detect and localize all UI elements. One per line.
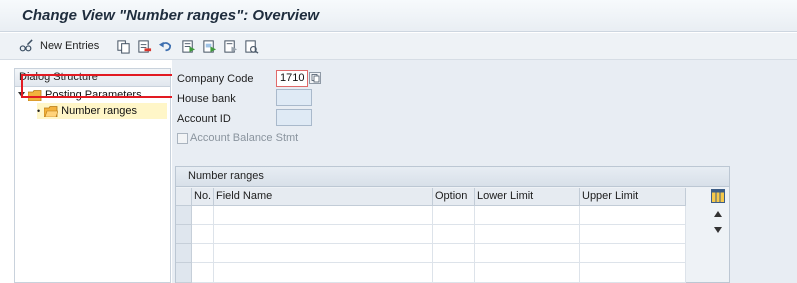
account-balance-checkbox[interactable]	[177, 133, 188, 144]
undo-button[interactable]	[158, 38, 173, 54]
company-code-label: Company Code	[177, 73, 254, 85]
column-header-no[interactable]: No.	[192, 188, 214, 206]
copy-button[interactable]	[116, 38, 131, 54]
page-title: Change View "Number ranges": Overview	[22, 7, 320, 24]
cell-option[interactable]	[433, 263, 475, 283]
deselect-all-icon	[224, 39, 238, 53]
copy-icon	[117, 39, 130, 54]
house-bank-label: House bank	[177, 93, 236, 105]
cell-no[interactable]	[192, 206, 214, 225]
row-selector[interactable]	[176, 263, 192, 283]
select-all-button[interactable]	[181, 38, 196, 54]
house-bank-field[interactable]	[276, 89, 312, 106]
table-title: Number ranges	[188, 170, 264, 182]
company-code-field[interactable]: 1710	[276, 70, 308, 87]
select-all-icon	[182, 39, 196, 53]
print-icon	[245, 39, 259, 54]
deselect-all-button[interactable]	[223, 38, 238, 54]
select-block-icon	[203, 39, 217, 53]
print-button[interactable]	[244, 38, 259, 54]
select-block-button[interactable]	[202, 38, 217, 54]
open-folder-icon	[44, 105, 59, 117]
glasses-pencil-icon	[19, 38, 33, 51]
title-bar: Change View "Number ranges": Overview	[0, 0, 797, 32]
scroll-down-icon[interactable]	[713, 226, 723, 234]
table-settings-icon[interactable]	[711, 189, 725, 203]
row-selector-header[interactable]	[176, 188, 192, 206]
undo-icon	[158, 41, 172, 51]
new-entries-label: New Entries	[40, 40, 100, 52]
application-toolbar: New Entries	[0, 33, 797, 60]
cell-no[interactable]	[192, 244, 214, 263]
row-selector[interactable]	[176, 225, 192, 244]
column-header-field-name[interactable]: Field Name	[214, 188, 433, 206]
cell-upper-limit[interactable]	[580, 244, 686, 263]
delete-button[interactable]	[137, 38, 152, 54]
cell-upper-limit[interactable]	[580, 206, 686, 225]
column-header-option[interactable]: Option	[433, 188, 475, 206]
cell-lower-limit[interactable]	[475, 206, 580, 225]
account-id-label: Account ID	[177, 113, 231, 125]
cell-field-name[interactable]	[214, 206, 433, 225]
cell-no[interactable]	[192, 263, 214, 283]
scroll-up-icon[interactable]	[713, 210, 723, 218]
column-header-upper-limit[interactable]: Upper Limit	[580, 188, 686, 206]
cell-lower-limit[interactable]	[475, 263, 580, 283]
cell-option[interactable]	[433, 244, 475, 263]
new-entries-button[interactable]: New Entries	[19, 38, 99, 54]
company-code-value: 1710	[280, 72, 305, 84]
column-header-lower-limit[interactable]: Lower Limit	[475, 188, 580, 206]
table-caption: Number ranges	[176, 167, 729, 187]
cell-field-name[interactable]	[214, 244, 433, 263]
tree-item-number-ranges[interactable]: • Number ranges	[37, 103, 167, 119]
cell-upper-limit[interactable]	[580, 263, 686, 283]
row-selector[interactable]	[176, 244, 192, 263]
row-selector[interactable]	[176, 206, 192, 225]
tree-item-label: Number ranges	[61, 105, 137, 117]
cell-no[interactable]	[192, 225, 214, 244]
annotation-highlight-box	[21, 74, 174, 98]
delete-icon	[138, 39, 152, 53]
cell-field-name[interactable]	[214, 225, 433, 244]
account-balance-label: Account Balance Stmt	[190, 132, 299, 144]
cell-lower-limit[interactable]	[475, 225, 580, 244]
cell-upper-limit[interactable]	[580, 225, 686, 244]
tree-bullet-icon: •	[37, 106, 41, 116]
cell-option[interactable]	[433, 206, 475, 225]
account-id-field[interactable]	[276, 109, 312, 126]
dialog-structure-panel: Dialog Structure Posting Parameters • Nu…	[14, 68, 171, 283]
cell-option[interactable]	[433, 225, 475, 244]
cell-field-name[interactable]	[214, 263, 433, 283]
cell-lower-limit[interactable]	[475, 244, 580, 263]
value-help-icon[interactable]	[309, 72, 321, 84]
